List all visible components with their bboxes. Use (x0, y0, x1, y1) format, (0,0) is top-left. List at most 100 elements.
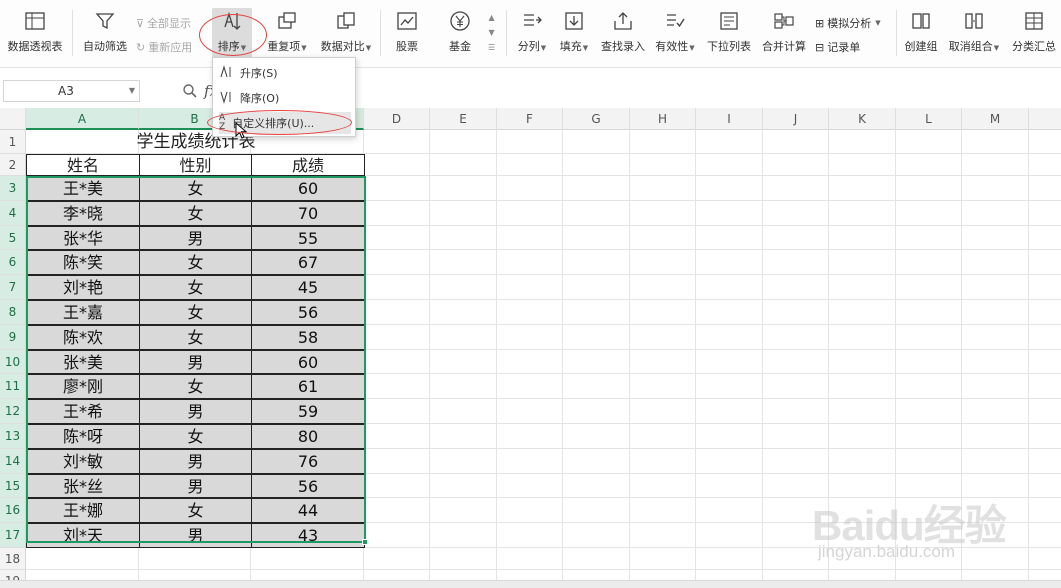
table-cell[interactable]: 67 (251, 250, 365, 276)
fill-handle[interactable] (362, 539, 368, 545)
table-cell[interactable]: 男 (139, 349, 252, 375)
table-cell[interactable]: 张*丝 (26, 473, 140, 499)
row-header-13[interactable]: 13 (0, 424, 26, 449)
table-cell[interactable]: 王*嘉 (26, 300, 140, 325)
column-header-j[interactable]: J (763, 108, 829, 130)
table-cell[interactable]: 女 (139, 498, 252, 524)
dropdown-list-button[interactable]: 下拉列表 (705, 8, 753, 60)
table-cell[interactable]: 男 (139, 473, 252, 499)
auto-filter-button[interactable]: 自动筛选 (80, 8, 130, 60)
table-cell[interactable]: 男 (139, 523, 252, 548)
table-cell[interactable]: 张*美 (26, 349, 140, 375)
column-header-h[interactable]: H (630, 108, 696, 130)
table-cell[interactable]: 60 (251, 349, 365, 375)
select-all-corner[interactable] (0, 108, 26, 130)
table-cell[interactable]: 女 (139, 424, 252, 449)
menu-item-sort-descending[interactable]: 降序(O) (219, 87, 351, 109)
table-cell[interactable]: 刘*敏 (26, 448, 140, 474)
table-header-cell[interactable]: 成绩 (251, 154, 365, 176)
row-header-16[interactable]: 16 (0, 498, 26, 524)
split-column-button[interactable]: 分列▼ (514, 8, 550, 60)
table-cell[interactable]: 男 (139, 225, 252, 251)
row-header-14[interactable]: 14 (0, 448, 26, 474)
data-compare-button[interactable]: 数据对比▼ (318, 8, 374, 60)
table-cell[interactable]: 王*希 (26, 399, 140, 424)
name-box[interactable]: A3 ▼ (3, 80, 140, 102)
table-cell[interactable]: 男 (139, 399, 252, 424)
table-cell[interactable]: 56 (251, 473, 365, 499)
table-cell[interactable]: 80 (251, 424, 365, 449)
table-cell[interactable]: 王*娜 (26, 498, 140, 524)
row-header-9[interactable]: 9 (0, 324, 26, 350)
table-cell[interactable]: 女 (139, 200, 252, 226)
sheet-tab-bar[interactable] (0, 580, 1061, 588)
table-cell[interactable]: 女 (139, 250, 252, 276)
table-cell[interactable]: 女 (139, 176, 252, 201)
fill-button[interactable]: 填充▼ (556, 8, 592, 60)
gallery-scroll[interactable]: ▲ ▼ ☰ (488, 13, 495, 52)
table-cell[interactable]: 56 (251, 300, 365, 325)
column-header-e[interactable]: E (430, 108, 497, 130)
table-cell[interactable]: 陈*欢 (26, 324, 140, 350)
table-cell[interactable]: 女 (139, 300, 252, 325)
table-cell[interactable]: 刘*艳 (26, 275, 140, 300)
ungroup-button[interactable]: 取消组合▼ (946, 8, 1002, 60)
show-all-button[interactable]: ⊽ 全部显示 (136, 15, 191, 31)
menu-item-sort-ascending[interactable]: 升序(S) (219, 62, 351, 84)
table-cell[interactable]: 60 (251, 176, 365, 201)
table-cell[interactable]: 陈*呀 (26, 424, 140, 449)
row-header-5[interactable]: 5 (0, 225, 26, 251)
row-header-10[interactable]: 10 (0, 349, 26, 375)
table-cell[interactable]: 李*晓 (26, 200, 140, 226)
table-cell[interactable]: 44 (251, 498, 365, 524)
duplicates-button[interactable]: 重复项▼ (264, 8, 310, 60)
stocks-button[interactable]: 股票 (388, 8, 426, 60)
table-cell[interactable]: 刘*天 (26, 523, 140, 548)
row-header-4[interactable]: 4 (0, 200, 26, 226)
table-cell[interactable]: 男 (139, 448, 252, 474)
lookup-entry-button[interactable]: 查找录入 (598, 8, 648, 60)
row-header-11[interactable]: 11 (0, 374, 26, 400)
column-header-g[interactable]: G (563, 108, 630, 130)
table-cell[interactable]: 70 (251, 200, 365, 226)
row-header-15[interactable]: 15 (0, 473, 26, 499)
column-header-a[interactable]: A (26, 108, 139, 130)
validity-button[interactable]: 有效性▼ (653, 8, 697, 60)
pivot-table-button[interactable]: 数据透视表 (4, 8, 66, 60)
row-header-1[interactable]: 1 (0, 130, 26, 154)
spreadsheet-grid[interactable]: ABCDEFGHIJKLM 12345678910111213141516171… (0, 108, 1061, 588)
table-cell[interactable]: 61 (251, 374, 365, 400)
table-cell[interactable]: 43 (251, 523, 365, 548)
table-cell[interactable]: 59 (251, 399, 365, 424)
chevron-down-icon[interactable]: ▼ (129, 81, 135, 101)
row-header-12[interactable]: 12 (0, 399, 26, 424)
sort-button[interactable]: 排序▼ (212, 8, 252, 60)
consolidate-button[interactable]: 合并计算 (760, 8, 808, 60)
table-cell[interactable]: 55 (251, 225, 365, 251)
row-header-3[interactable]: 3 (0, 176, 26, 201)
table-header-cell[interactable]: 性别 (139, 154, 252, 176)
column-header-d[interactable]: D (364, 108, 430, 130)
record-form-button[interactable]: ⊟ 记录单 (815, 39, 860, 55)
table-cell[interactable]: 张*华 (26, 225, 140, 251)
table-cell[interactable]: 女 (139, 374, 252, 400)
row-header-7[interactable]: 7 (0, 275, 26, 300)
table-cell[interactable]: 45 (251, 275, 365, 300)
table-cell[interactable]: 58 (251, 324, 365, 350)
row-header-2[interactable]: 2 (0, 154, 26, 176)
column-header-l[interactable]: L (896, 108, 962, 130)
reapply-button[interactable]: ↻ 重新应用 (136, 39, 192, 55)
table-header-cell[interactable]: 姓名 (26, 154, 140, 176)
row-header-17[interactable]: 17 (0, 523, 26, 548)
column-header-i[interactable]: I (696, 108, 763, 130)
column-header-m[interactable]: M (962, 108, 1029, 130)
table-cell[interactable]: 女 (139, 275, 252, 300)
table-cell[interactable]: 女 (139, 324, 252, 350)
row-header-18[interactable]: 18 (0, 548, 26, 570)
table-cell[interactable]: 陈*笑 (26, 250, 140, 276)
table-cell[interactable]: 王*美 (26, 176, 140, 201)
column-header-f[interactable]: F (497, 108, 563, 130)
row-header-6[interactable]: 6 (0, 250, 26, 276)
subtotal-button[interactable]: 分类汇总 (1010, 8, 1058, 60)
table-cell[interactable]: 廖*刚 (26, 374, 140, 400)
